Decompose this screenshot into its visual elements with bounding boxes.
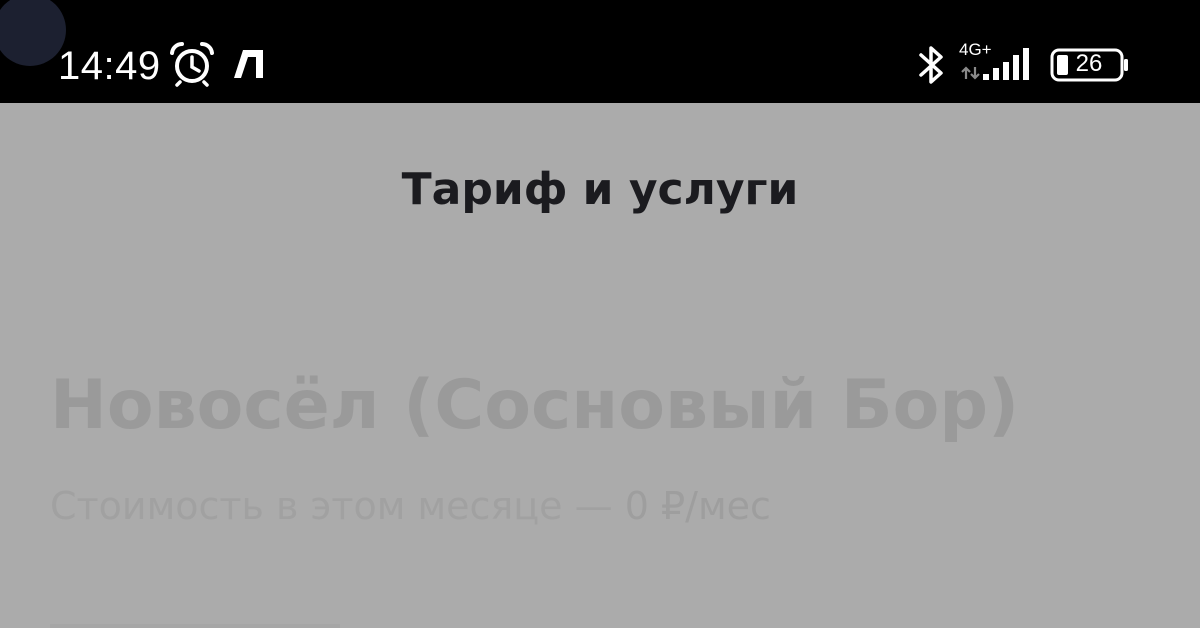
battery-level-label: 26 [1075, 50, 1103, 77]
tariff-cost-label: Стоимость в этом месяце — [50, 484, 625, 528]
tariff-cost-value: 0 ₽/мес [624, 484, 771, 528]
alarm-icon [170, 41, 214, 87]
status-bar: 14:49 4G+ 26 [0, 0, 1200, 103]
divider [50, 624, 340, 628]
bluetooth-icon [919, 46, 943, 84]
carrier-icon [234, 50, 263, 78]
tariff-name[interactable]: Новосёл (Сосновый Бор) [50, 360, 1170, 452]
status-time: 14:49 [58, 44, 161, 88]
page-title: Тариф и услуги [401, 164, 799, 215]
signal-strength-icon [983, 48, 1029, 80]
tariff-cost: Стоимость в этом месяце — 0 ₽/мес [50, 480, 1170, 532]
data-transfer-icon [961, 66, 980, 80]
camera-cutout [0, 0, 66, 66]
